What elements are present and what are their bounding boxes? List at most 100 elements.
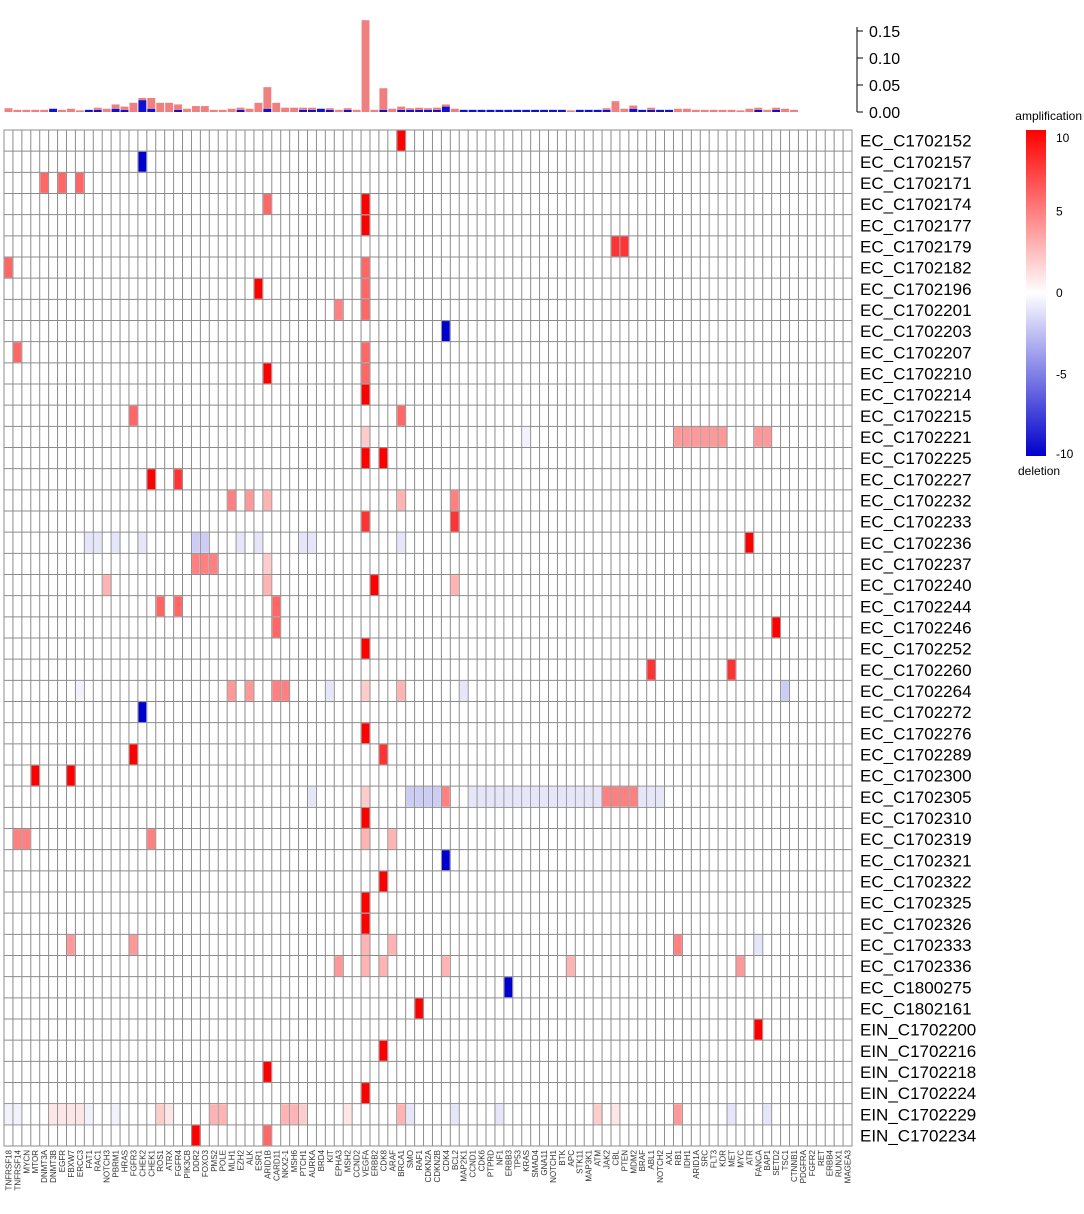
- heatmap-cell: [111, 532, 120, 553]
- heatmap-cell: [388, 934, 397, 955]
- deletion-bar: [656, 109, 665, 112]
- heatmap-cell: [263, 194, 272, 215]
- row-label: EC_C1702182: [860, 259, 972, 278]
- row-label: EIN_C1702224: [860, 1084, 976, 1103]
- column-label: ATRX: [165, 1149, 174, 1170]
- column-label: SETD2: [772, 1149, 781, 1175]
- deletion-bar: [513, 109, 522, 112]
- column-label: KDR: [719, 1150, 728, 1167]
- heatmap-cell: [593, 786, 602, 807]
- row-label: EC_C1702233: [860, 513, 972, 532]
- row-label: EIN_C1702218: [860, 1063, 976, 1082]
- column-label: CCND2: [353, 1149, 362, 1177]
- amplification-bar: [174, 104, 183, 110]
- deletion-bar: [540, 109, 549, 112]
- column-label: PTCH1: [299, 1149, 308, 1176]
- heatmap-cell: [656, 786, 664, 807]
- row-labels: EC_C1702152 EC_C1702157 EC_C1702171 EC_C170…: [860, 132, 976, 1146]
- amplification-bar: [254, 102, 263, 112]
- column-label: FANCA: [754, 1149, 763, 1176]
- heatmap-cell: [209, 1104, 218, 1125]
- row-label: EC_C1702232: [860, 491, 972, 510]
- heatmap-cell: [156, 596, 165, 617]
- amplification-bar: [611, 101, 620, 112]
- heatmap-cell: [174, 596, 182, 617]
- heatmap-cell: [361, 257, 370, 278]
- heatmap-cell: [93, 532, 102, 553]
- heatmap-cell: [683, 426, 691, 447]
- amplification-bar: [432, 107, 441, 110]
- deletion-bar: [406, 109, 415, 112]
- deletion-bar: [84, 109, 93, 112]
- column-label: ESR1: [254, 1149, 263, 1170]
- deletion-bar: [557, 109, 566, 112]
- heatmap-cell: [263, 1061, 272, 1082]
- row-label: EC_C1702322: [860, 872, 972, 891]
- column-label: SRC: [701, 1150, 710, 1167]
- heatmap-cell: [477, 786, 486, 807]
- amplification-bar: [379, 88, 388, 110]
- heatmap-cell: [361, 426, 370, 447]
- heatmap-cells: [3, 129, 853, 1147]
- heatmap-cell: [361, 215, 370, 236]
- heatmap-cell: [450, 490, 459, 511]
- amplification-bar: [343, 108, 352, 110]
- heatmap-cell: [227, 680, 236, 701]
- heatmap-cell: [281, 1104, 290, 1125]
- heatmap-cell: [361, 786, 370, 807]
- column-label: NF1: [495, 1149, 504, 1165]
- heatmap-cell: [674, 934, 682, 955]
- amplification-bar: [415, 107, 424, 110]
- heatmap-cell: [102, 575, 111, 596]
- heatmap-cell: [67, 1104, 75, 1125]
- legend-amplification-label: amplification: [1015, 109, 1082, 123]
- amplification-bar: [102, 108, 111, 112]
- heatmap-cell: [700, 426, 709, 447]
- column-label: NOTCH2: [656, 1149, 665, 1182]
- heatmap-cell: [254, 278, 263, 299]
- deletion-bar: [432, 109, 441, 112]
- row-label: EC_C1702174: [860, 195, 972, 214]
- row-label: EC_C1702276: [860, 724, 972, 743]
- deletion-bar: [111, 108, 120, 112]
- row-label: EC_C1702325: [860, 894, 972, 913]
- column-label: BAP1: [763, 1149, 772, 1170]
- deletion-bar: [174, 109, 183, 112]
- amplification-bar: [754, 107, 763, 110]
- column-label: EGFR: [58, 1150, 67, 1172]
- heatmap-cell: [361, 194, 370, 215]
- column-label: MAP2K1: [460, 1149, 469, 1181]
- row-label: EIN_C1702229: [860, 1105, 976, 1124]
- heatmap-cell: [468, 786, 477, 807]
- amplification-bar: [647, 107, 656, 110]
- column-label: BTK: [558, 1149, 567, 1165]
- amplification-bar: [629, 105, 638, 109]
- amplification-bar: [727, 109, 736, 112]
- column-labels: TNFRSF18 TNFRSF14 MYCN MTOR DNMT3A DNMT3B EGFR…: [4, 1149, 852, 1190]
- column-label: ERBB2: [370, 1149, 379, 1176]
- heatmap-cell: [674, 426, 682, 447]
- row-label: EC_C1702321: [860, 851, 972, 870]
- heatmap-cell: [584, 786, 593, 807]
- bar-axis-tick-label: 0.10: [869, 51, 900, 68]
- amplification-bar: [682, 108, 691, 112]
- color-legend: amplification 10 5 0 -5 -10 deletion: [1015, 109, 1082, 478]
- deletion-bar: [93, 109, 102, 112]
- row-label: EC_C1702177: [860, 216, 972, 235]
- row-label: EC_C1702207: [860, 343, 972, 362]
- heatmap-cell: [40, 172, 49, 193]
- heatmap-cell: [424, 786, 432, 807]
- heatmap-cell: [361, 934, 370, 955]
- column-label: CBL: [611, 1149, 620, 1165]
- column-label: CDKN2A: [424, 1149, 433, 1182]
- heatmap-cell: [58, 172, 66, 193]
- amplification-bar: [183, 108, 191, 112]
- amplification-bar: [620, 108, 629, 112]
- column-label: RAF1: [415, 1149, 424, 1170]
- column-label: MAP3K1: [585, 1149, 594, 1181]
- heatmap-cell: [495, 786, 504, 807]
- deletion-bar: [236, 109, 245, 112]
- heatmap-cell: [192, 553, 200, 574]
- row-label: EC_C1702203: [860, 322, 972, 341]
- heatmap-cell: [754, 1019, 763, 1040]
